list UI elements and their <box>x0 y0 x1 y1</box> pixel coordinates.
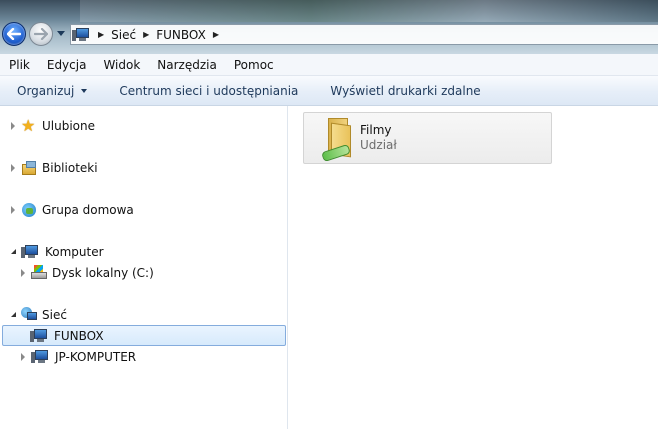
share-name: Filmy <box>360 123 392 137</box>
network-computer-icon <box>30 328 49 344</box>
breadcrumb-separator-icon[interactable]: ▶ <box>98 30 104 39</box>
forward-button[interactable] <box>29 22 53 46</box>
network-computer-icon <box>31 349 50 365</box>
menu-view[interactable]: Widok <box>94 58 148 72</box>
tree-item-libraries[interactable]: Biblioteki <box>9 157 98 178</box>
breadcrumb-separator-icon[interactable]: ▶ <box>213 30 219 39</box>
tree-label: Ulubione <box>42 118 96 133</box>
network-computer-icon <box>72 27 91 42</box>
expand-icon[interactable] <box>9 205 17 214</box>
navigation-pane: ★ Ulubione Biblioteki Grupa domowa Kompu… <box>0 106 288 429</box>
tree-item-computer[interactable]: Komputer <box>9 241 104 262</box>
address-bar[interactable]: ▶ Sieć ▶ FUNBOX ▶ <box>70 24 658 45</box>
menu-help[interactable]: Pomoc <box>225 58 282 72</box>
organize-button[interactable]: Organizuj <box>0 84 102 98</box>
content-pane: Filmy Udział <box>288 106 658 429</box>
menu-bar: Plik Edycja Widok Narzędzia Pomoc <box>0 54 658 76</box>
tree-label: Grupa domowa <box>42 202 134 217</box>
tree-item-network[interactable]: Sieć <box>9 304 67 325</box>
menu-file[interactable]: Plik <box>0 58 38 72</box>
star-icon: ★ <box>21 115 36 135</box>
organize-label: Organizuj <box>17 83 75 98</box>
expand-icon[interactable] <box>9 121 17 130</box>
tree-item-homegroup[interactable]: Grupa domowa <box>9 199 134 220</box>
menu-tools[interactable]: Narzędzia <box>148 58 225 72</box>
remote-printers-button[interactable]: Wyświetl drukarki zdalne <box>313 84 495 98</box>
tree-item-funbox[interactable]: FUNBOX <box>2 325 286 346</box>
back-button[interactable] <box>2 22 26 46</box>
network-icon <box>21 306 37 323</box>
share-tile-filmy[interactable]: Filmy Udział <box>303 112 552 164</box>
network-center-button[interactable]: Centrum sieci i udostępniania <box>102 84 313 98</box>
tree-label: Komputer <box>45 244 104 259</box>
expand-icon[interactable] <box>9 163 17 172</box>
tree-label: FUNBOX <box>54 328 104 343</box>
share-type: Udział <box>360 138 397 152</box>
expand-icon[interactable] <box>19 268 27 277</box>
breadcrumb-network[interactable]: Sieć <box>111 28 136 42</box>
collapse-icon[interactable] <box>9 249 17 254</box>
title-bar: ▶ Sieć ▶ FUNBOX ▶ <box>0 0 658 54</box>
collapse-icon[interactable] <box>9 312 17 317</box>
tree-label: Sieć <box>42 307 67 322</box>
tree-item-jp-computer[interactable]: JP-KOMPUTER <box>19 346 136 367</box>
tree-item-favorites[interactable]: ★ Ulubione <box>9 115 95 136</box>
shared-folder-icon <box>321 118 352 163</box>
tree-label: Dysk lokalny (C:) <box>52 265 154 280</box>
recent-pages-dropdown[interactable] <box>57 31 65 36</box>
library-icon <box>21 160 37 176</box>
expand-icon[interactable] <box>19 352 27 361</box>
computer-icon <box>21 244 40 260</box>
hard-drive-icon <box>31 264 47 281</box>
breadcrumb-separator-icon[interactable]: ▶ <box>143 30 149 39</box>
chevron-down-icon <box>81 88 88 93</box>
homegroup-icon <box>21 202 37 218</box>
menu-edit[interactable]: Edycja <box>38 58 95 72</box>
arrow-right-icon <box>34 28 48 40</box>
arrow-left-icon <box>7 28 21 40</box>
tree-label: Biblioteki <box>42 160 98 175</box>
breadcrumb-funbox[interactable]: FUNBOX <box>156 28 206 42</box>
tree-item-local-disk[interactable]: Dysk lokalny (C:) <box>19 262 154 283</box>
tree-label: JP-KOMPUTER <box>55 349 137 364</box>
command-bar: Organizuj Centrum sieci i udostępniania … <box>0 76 658 106</box>
